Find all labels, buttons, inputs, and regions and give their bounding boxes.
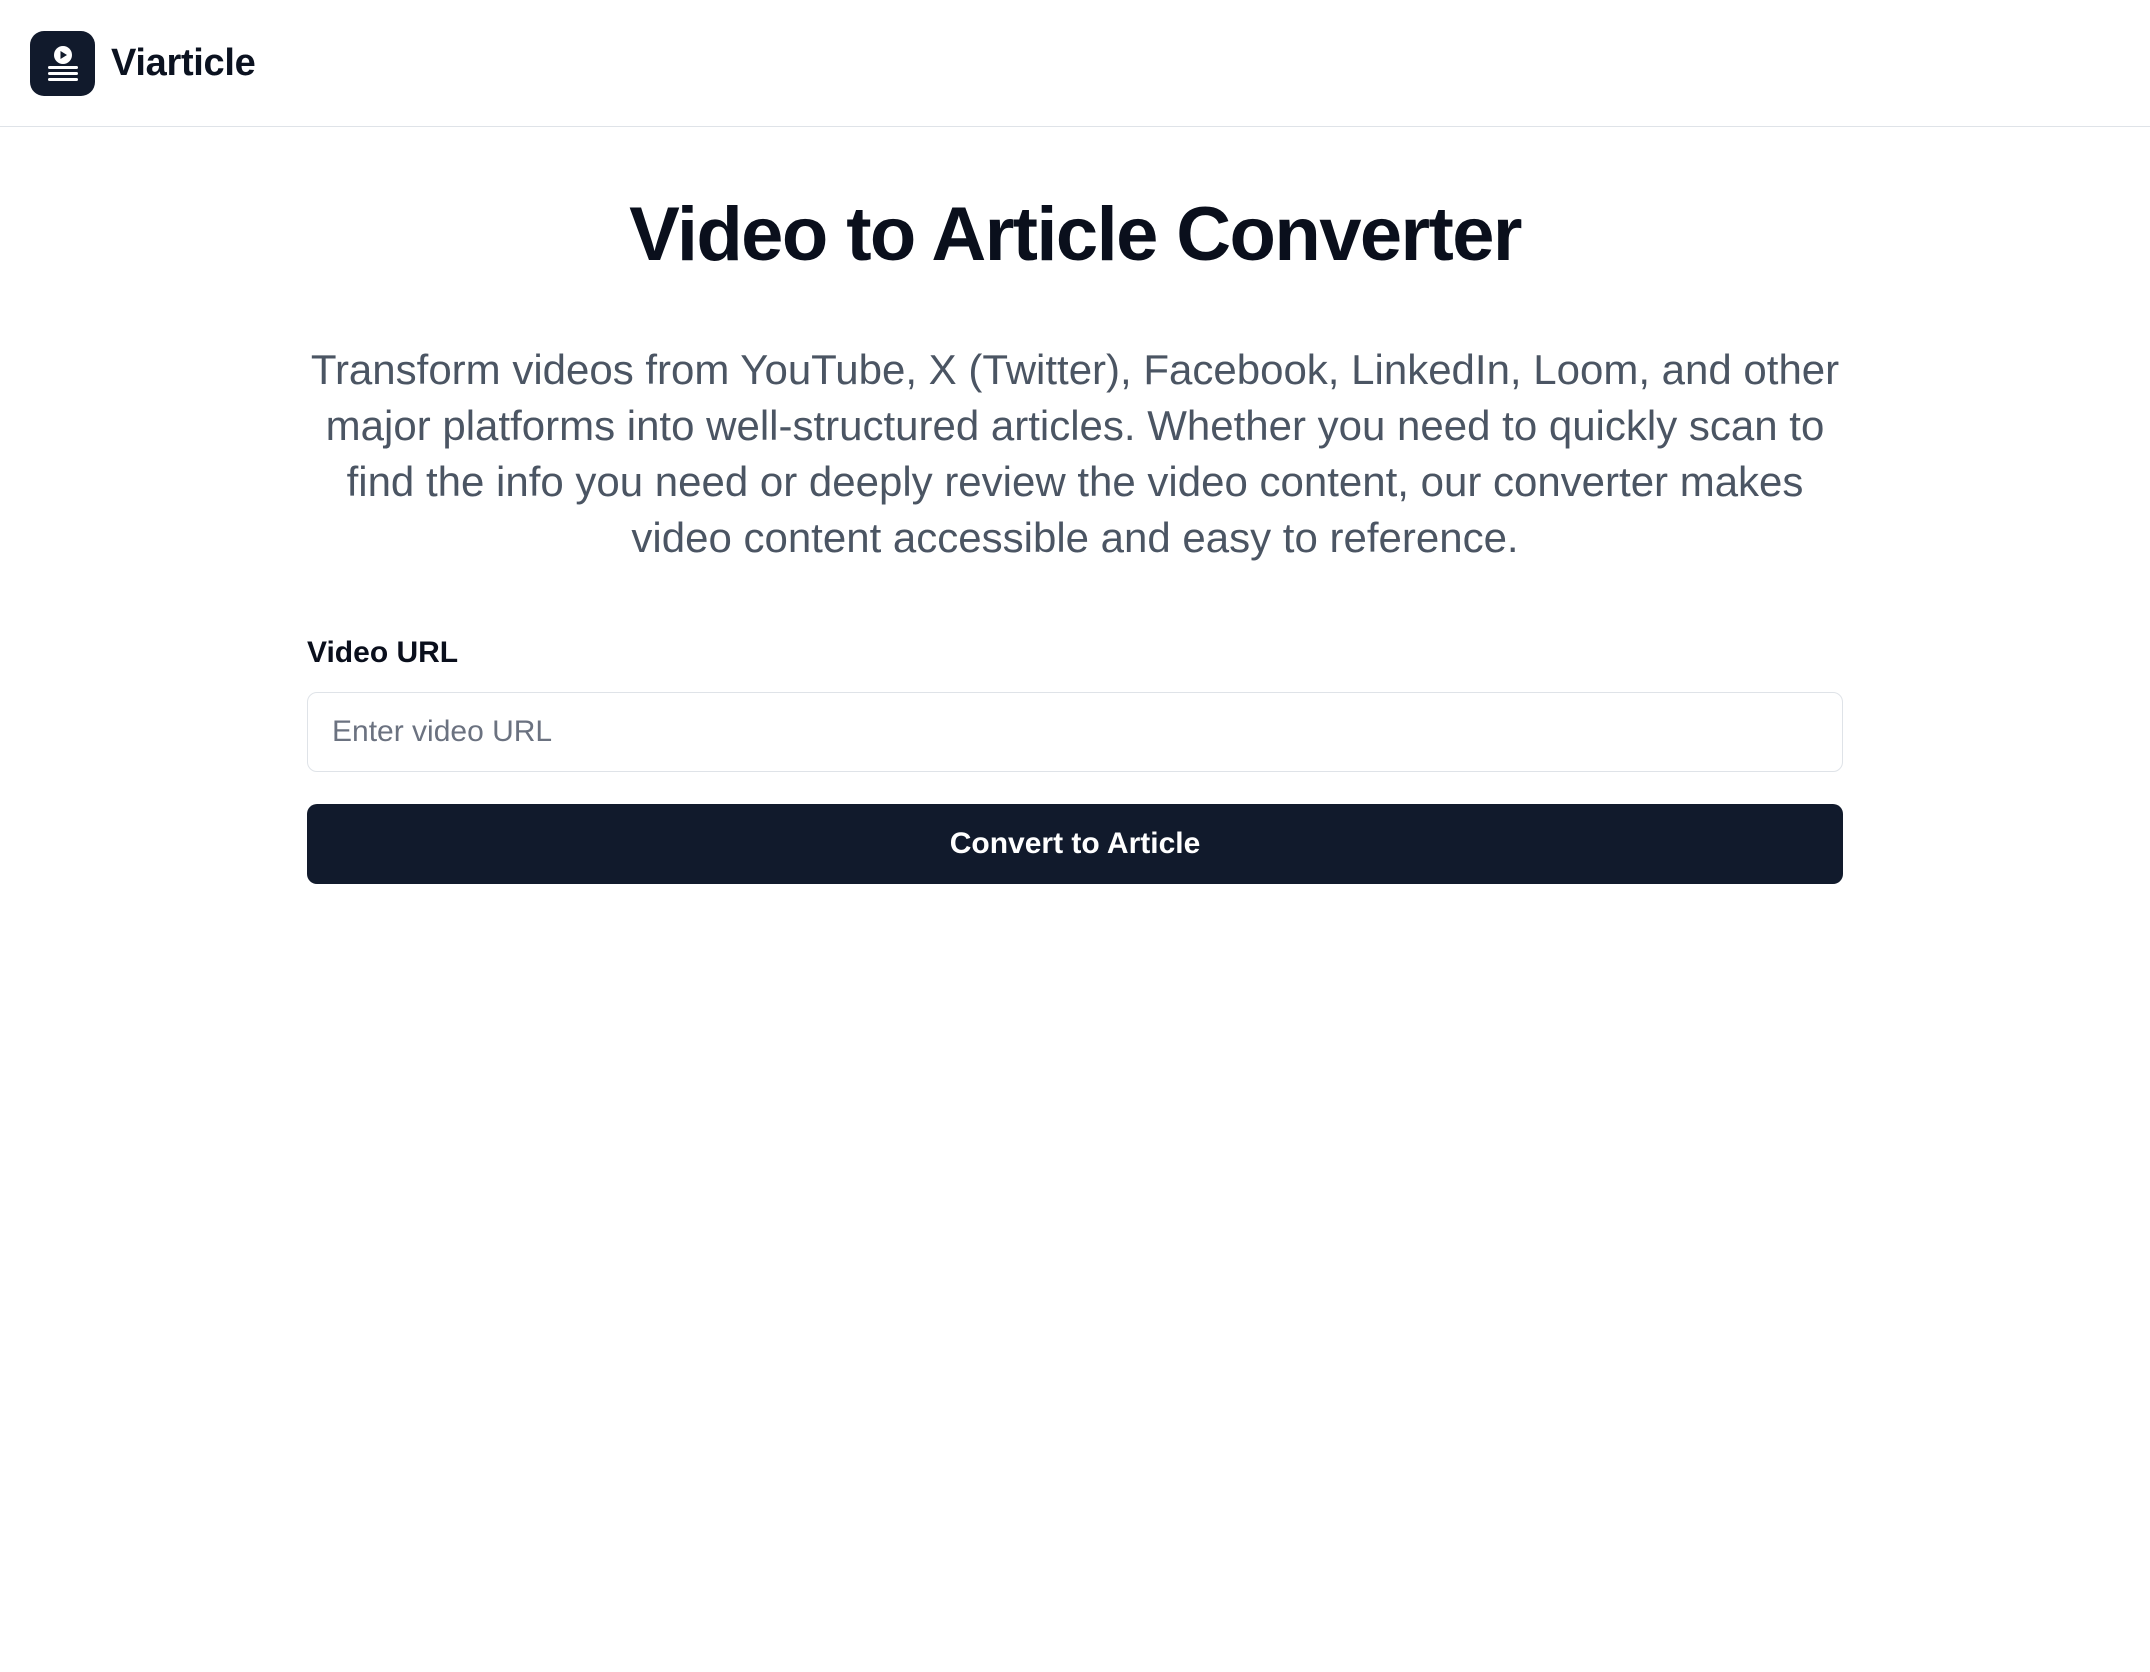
top-header: Viarticle [0, 0, 2150, 127]
logo-icon[interactable] [30, 30, 95, 96]
main-content: Video to Article Converter Transform vid… [307, 127, 1843, 884]
convert-button[interactable]: Convert to Article [307, 804, 1843, 884]
video-url-label: Video URL [307, 636, 459, 669]
video-article-icon [47, 46, 78, 81]
page-title: Video to Article Converter [629, 192, 1522, 277]
convert-form: Video URL Convert to Article [307, 636, 1843, 884]
video-url-input[interactable] [307, 692, 1843, 772]
brand-name[interactable]: Viarticle [111, 42, 256, 85]
page-description: Transform videos from YouTube, X (Twitte… [310, 346, 1840, 561]
